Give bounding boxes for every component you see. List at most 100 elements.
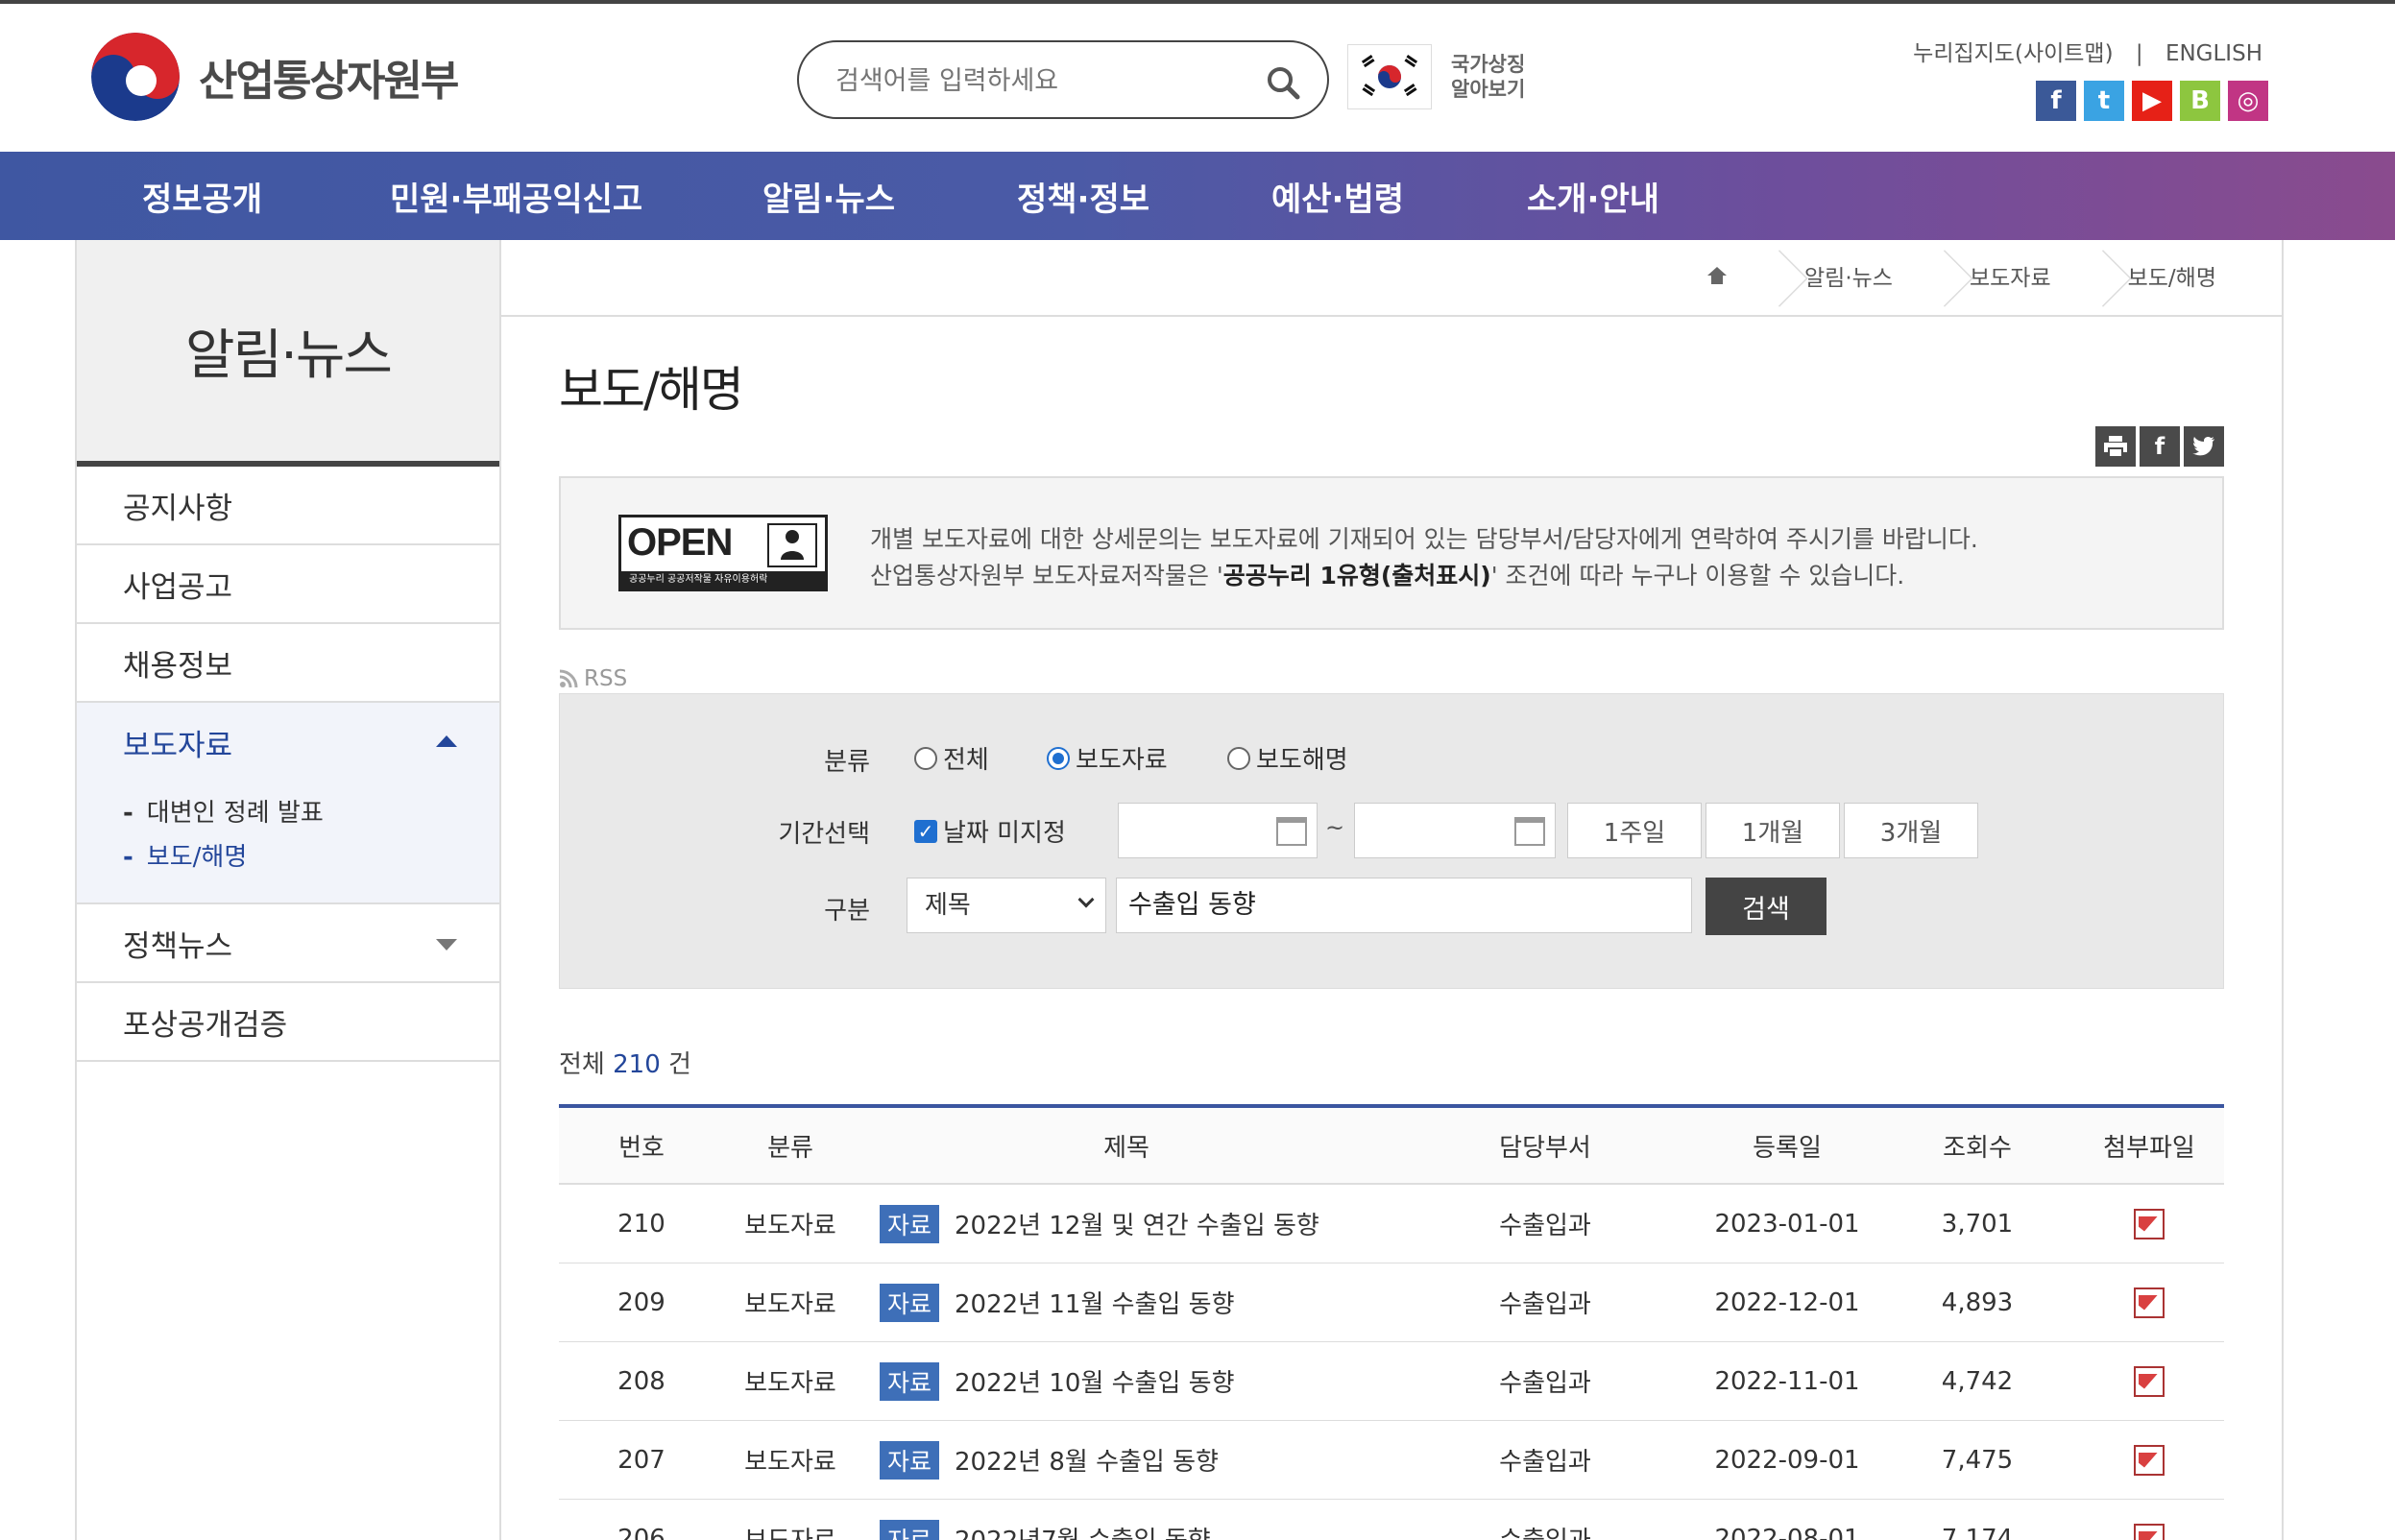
sidebar-subitem-briefing[interactable]: - 대변인 정례 발표: [123, 791, 499, 835]
pdf-file-icon[interactable]: [2134, 1208, 2165, 1239]
logo[interactable]: 산업통상자원부: [91, 33, 459, 121]
calendar-icon[interactable]: [1276, 817, 1307, 846]
no-date-checkbox[interactable]: ✓ 날짜 미지정: [914, 813, 1066, 849]
search-type-select[interactable]: 제목: [907, 878, 1106, 933]
pdf-file-icon[interactable]: [2134, 1444, 2165, 1476]
table-row[interactable]: 209 보도자료 자료 2022년 11월 수출입 동향 수출입과 2022-12-01 4…: [559, 1263, 2224, 1342]
sidebar-item-notice[interactable]: 공지사항: [77, 467, 499, 545]
row-title-link[interactable]: 2022년 10월 수출입 동향: [955, 1363, 1235, 1399]
blog-icon[interactable]: B: [2180, 81, 2220, 121]
row-date: 2022-09-01: [1714, 1445, 1860, 1475]
row-tag: 자료: [880, 1204, 940, 1243]
row-views: 3,701: [1941, 1209, 2014, 1239]
open-logo-text: OPEN: [627, 521, 733, 564]
type-label: 구분: [824, 897, 870, 926]
search-icon[interactable]: [1264, 63, 1302, 102]
gnb-item-policy[interactable]: 정책·정보: [1017, 173, 1271, 220]
row-attachment: [2074, 1287, 2224, 1318]
sidebar-item-award[interactable]: 포상공개검증: [77, 983, 499, 1062]
instagram-icon[interactable]: ◎: [2228, 81, 2268, 121]
breadcrumb-item[interactable]: 보도자료: [1931, 240, 2090, 317]
start-date-input[interactable]: [1118, 803, 1318, 858]
breadcrumb-item[interactable]: 알림·뉴스: [1766, 240, 1931, 317]
sidebar-item-recruit[interactable]: 채용정보: [77, 624, 499, 703]
radio-explain[interactable]: 보도해명: [1227, 740, 1348, 776]
category-label: 분류: [824, 748, 870, 777]
keyword-input[interactable]: 수출입 동향: [1116, 878, 1692, 933]
sidebar-header: 알림·뉴스: [77, 240, 499, 467]
row-tag: 자료: [880, 1519, 940, 1540]
header-attachment: 첨부파일: [2103, 1133, 2195, 1163]
row-title-link[interactable]: 2022년7월 수출입 동향: [955, 1521, 1211, 1540]
row-attachment: [2074, 1523, 2224, 1540]
period-1week-button[interactable]: 1주일: [1567, 803, 1702, 858]
checkbox-checked-icon: ✓: [914, 819, 937, 843]
row-title-cell: 자료 2022년7월 수출입 동향: [857, 1519, 1396, 1540]
pdf-file-icon[interactable]: [2134, 1365, 2165, 1397]
date-range-tilde: ~: [1325, 814, 1345, 841]
gnb-item-about[interactable]: 소개·안내: [1527, 173, 1719, 220]
press-table: 번호 분류 제목 담당부서 등록일 조회수 첨부파일 210 보도자료 자료 2022…: [559, 1104, 2224, 1540]
sidebar-subitem-press-explain[interactable]: - 보도/해명: [123, 835, 499, 879]
row-title-link[interactable]: 2022년 11월 수출입 동향: [955, 1285, 1235, 1320]
search-input[interactable]: [835, 60, 1248, 102]
pdf-file-icon[interactable]: [2134, 1287, 2165, 1318]
row-title-link[interactable]: 2022년 8월 수출입 동향: [955, 1442, 1219, 1478]
header-date: 등록일: [1753, 1133, 1822, 1163]
row-title-cell: 자료 2022년 12월 및 연간 수출입 동향: [857, 1204, 1396, 1243]
header-dept: 담당부서: [1499, 1133, 1591, 1163]
english-link[interactable]: ENGLISH: [2165, 41, 2262, 66]
period-1month-button[interactable]: 1개월: [1706, 803, 1840, 858]
sitemap-link[interactable]: 누리집지도(사이트맵): [1913, 41, 2113, 66]
facebook-icon[interactable]: f: [2036, 81, 2076, 121]
period-label: 기간선택: [778, 820, 870, 849]
breadcrumb-current[interactable]: 보도/해명: [2090, 240, 2255, 317]
row-title-link[interactable]: 2022년 12월 및 연간 수출입 동향: [955, 1206, 1319, 1241]
top-links: 누리집지도(사이트맵) | ENGLISH: [1905, 35, 2270, 67]
radio-press[interactable]: 보도자료: [1047, 740, 1168, 776]
youtube-icon[interactable]: ▶: [2132, 81, 2172, 121]
national-symbol-text: 국가상징 알아보기: [1451, 53, 1526, 101]
calendar-icon[interactable]: [1514, 817, 1545, 846]
gnb-item-budget[interactable]: 예산·법령: [1271, 173, 1527, 220]
row-no: 206: [617, 1524, 665, 1540]
national-symbol-link[interactable]: 국가상징 알아보기: [1347, 44, 1537, 109]
gnb-item-news[interactable]: 알림·뉴스: [762, 173, 1017, 220]
header-category: 분류: [767, 1133, 813, 1163]
table-row[interactable]: 207 보도자료 자료 2022년 8월 수출입 동향 수출입과 2022-09-01 7,…: [559, 1421, 2224, 1500]
table-row[interactable]: 208 보도자료 자료 2022년 10월 수출입 동향 수출입과 2022-11-01 4…: [559, 1342, 2224, 1421]
share-tools: f: [2095, 426, 2224, 467]
search-button[interactable]: 검색: [1706, 878, 1826, 935]
sidebar-item-label: 보도자료: [123, 728, 233, 763]
sidebar-item-business[interactable]: 사업공고: [77, 545, 499, 624]
period-3month-button[interactable]: 3개월: [1844, 803, 1978, 858]
row-category: 보도자료: [744, 1212, 836, 1240]
sidebar-item-label: 정책뉴스: [123, 928, 233, 964]
row-title-cell: 자료 2022년 11월 수출입 동향: [857, 1283, 1396, 1322]
chevron-up-icon: [436, 735, 457, 747]
table-row[interactable]: 206 보도자료 자료 2022년7월 수출입 동향 수출입과 2022-08-01 7,1…: [559, 1500, 2224, 1540]
row-dept: 수출입과: [1499, 1448, 1591, 1477]
radio-all[interactable]: 전체: [914, 740, 989, 776]
org-name: 산업통상자원부: [199, 57, 459, 106]
end-date-input[interactable]: [1354, 803, 1556, 858]
sidebar-title: 알림·뉴스: [185, 324, 393, 387]
sidebar-item-policy-news[interactable]: 정책뉴스: [77, 904, 499, 983]
twitter-share-icon[interactable]: [2184, 426, 2224, 467]
header-no: 번호: [618, 1133, 665, 1163]
table-row[interactable]: 210 보도자료 자료 2022년 12월 및 연간 수출입 동향 수출입과 2023-0…: [559, 1185, 2224, 1263]
rss-link[interactable]: RSS: [559, 666, 627, 691]
print-icon[interactable]: [2095, 426, 2136, 467]
row-date: 2023-01-01: [1714, 1209, 1860, 1239]
row-views: 4,893: [1941, 1287, 2014, 1317]
row-tag: 자료: [880, 1283, 940, 1322]
sidebar-item-press[interactable]: 보도자료: [77, 703, 499, 782]
row-title-cell: 자료 2022년 10월 수출입 동향: [857, 1361, 1396, 1401]
header-views: 조회수: [1943, 1133, 2012, 1163]
gnb-item-civil[interactable]: 민원·부패공익신고: [390, 173, 762, 220]
twitter-icon[interactable]: t: [2084, 81, 2124, 121]
pdf-file-icon[interactable]: [2134, 1523, 2165, 1540]
facebook-share-icon[interactable]: f: [2140, 426, 2180, 467]
chevron-down-icon: [1077, 891, 1095, 908]
gnb-item-info[interactable]: 정보공개: [142, 173, 390, 220]
